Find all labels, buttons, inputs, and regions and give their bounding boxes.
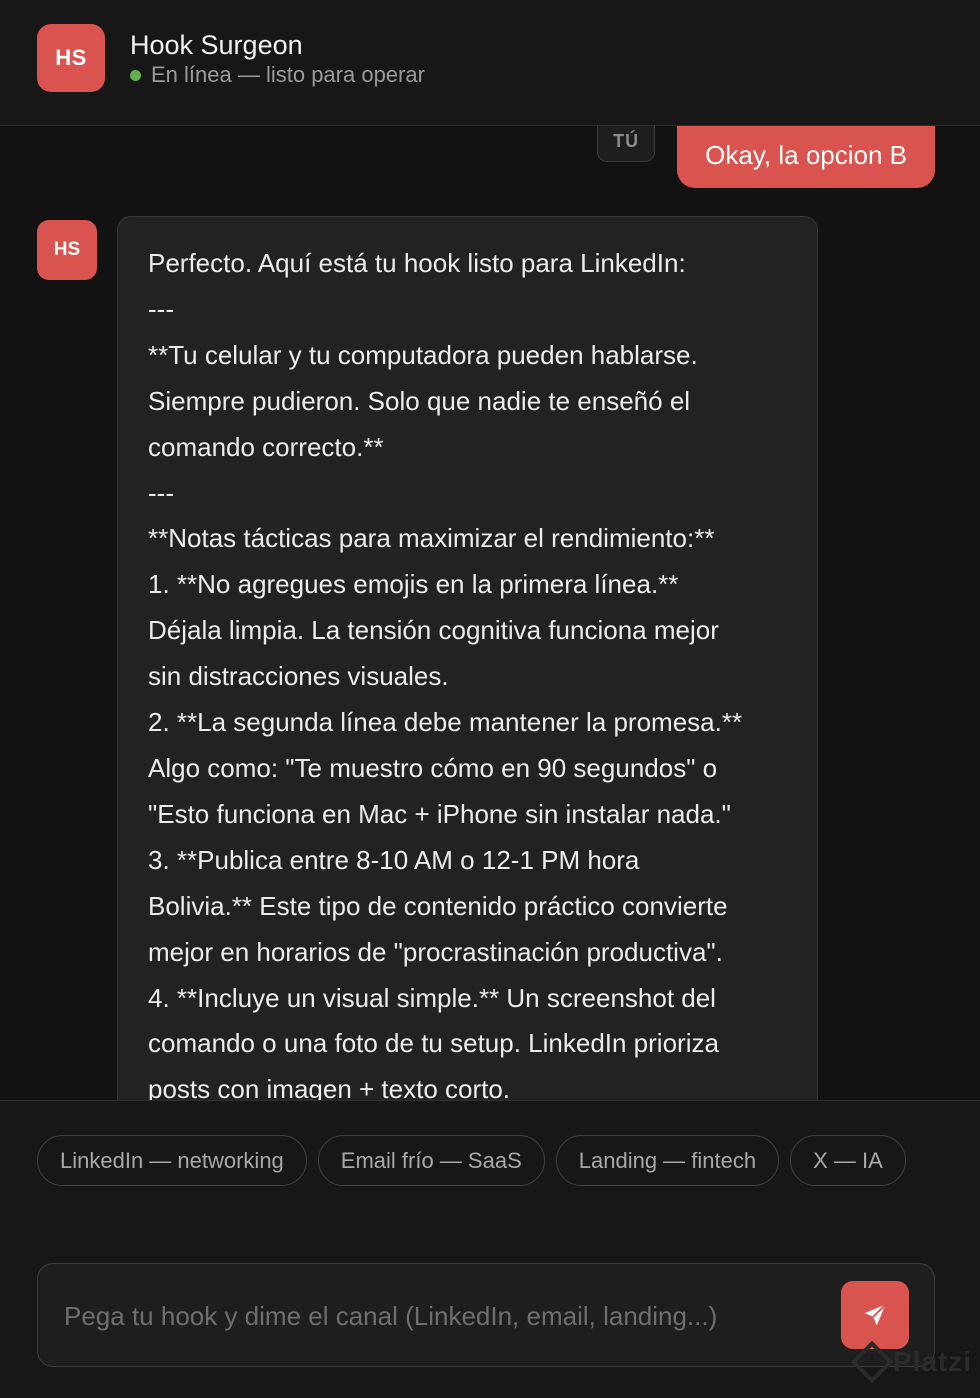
chat-header: HS Hook Surgeon En línea — listo para op…: [0, 0, 980, 126]
message-line: **Notas tácticas para maximizar el rendi…: [148, 523, 715, 554]
user-message-bubble: Okay, la opcion B: [677, 126, 935, 188]
assistant-status: En línea — listo para operar: [130, 62, 425, 88]
message-list[interactable]: TÚ Okay, la opcion B HS Perfecto. Aquí e…: [0, 126, 980, 1100]
message-line: posts con imagen + texto corto.: [148, 1074, 511, 1100]
message-line: Déjala limpia. La tensión cognitiva func…: [148, 615, 719, 646]
watermark-text: Platzi: [892, 1346, 972, 1377]
message-line: 2. **La segunda línea debe mantener la p…: [148, 707, 743, 738]
message-line: **Tu celular y tu computadora pueden hab…: [148, 339, 698, 370]
message-line: 4. **Incluye un visual simple.** Un scre…: [148, 982, 716, 1013]
platzi-logo-icon: [850, 1340, 894, 1384]
message-line: Siempre pudieron. Solo que nadie te ense…: [148, 385, 691, 416]
assistant-message-bubble: Perfecto. Aquí está tu hook listo para L…: [117, 216, 818, 1100]
chip-email-saas[interactable]: Email frío — SaaS: [317, 1135, 545, 1186]
message-line: ---: [148, 477, 174, 508]
assistant-message-avatar: HS: [37, 220, 97, 280]
online-status-icon: [130, 69, 141, 81]
send-button[interactable]: [841, 1281, 909, 1349]
assistant-name: Hook Surgeon: [130, 30, 303, 60]
message-line: ---: [148, 293, 174, 324]
message-line: 1. **No agregues emojis en la primera lí…: [148, 569, 679, 600]
composer-area: LinkedIn — networking Email frío — SaaS …: [0, 1100, 980, 1398]
quick-prompt-chips: LinkedIn — networking Email frío — SaaS …: [37, 1135, 937, 1186]
user-tag: TÚ: [597, 126, 656, 162]
message-line: 3. **Publica entre 8-10 AM o 12-1 PM hor…: [148, 844, 640, 875]
user-message-row: TÚ Okay, la opcion B: [597, 126, 935, 188]
status-text: En línea — listo para operar: [151, 62, 425, 87]
assistant-message-row: HS Perfecto. Aquí está tu hook listo par…: [37, 216, 818, 1100]
platzi-watermark: Platzi: [850, 1340, 972, 1384]
chip-x-ia[interactable]: X — IA: [790, 1135, 906, 1186]
message-line: comando correcto.**: [148, 431, 384, 462]
assistant-avatar: HS: [37, 24, 105, 92]
message-line: comando o una foto de tu setup. LinkedIn…: [148, 1028, 719, 1059]
message-line: Perfecto. Aquí está tu hook listo para L…: [148, 248, 686, 278]
chip-linkedin-networking[interactable]: LinkedIn — networking: [37, 1135, 307, 1186]
message-line: Algo como: "Te muestro cómo en 90 segund…: [148, 752, 718, 783]
chip-landing-fintech[interactable]: Landing — fintech: [555, 1135, 780, 1186]
send-icon: [864, 1303, 887, 1326]
message-line: "Esto funciona en Mac + iPhone sin insta…: [148, 798, 731, 829]
message-line: mejor en horarios de "procrastinación pr…: [148, 936, 723, 967]
message-line: sin distracciones visuales.: [148, 661, 449, 692]
chat-app: HS Hook Surgeon En línea — listo para op…: [0, 0, 980, 1398]
message-line: Bolivia.** Este tipo de contenido prácti…: [148, 890, 728, 921]
message-input[interactable]: [64, 1290, 824, 1342]
message-input-box: [37, 1263, 935, 1367]
